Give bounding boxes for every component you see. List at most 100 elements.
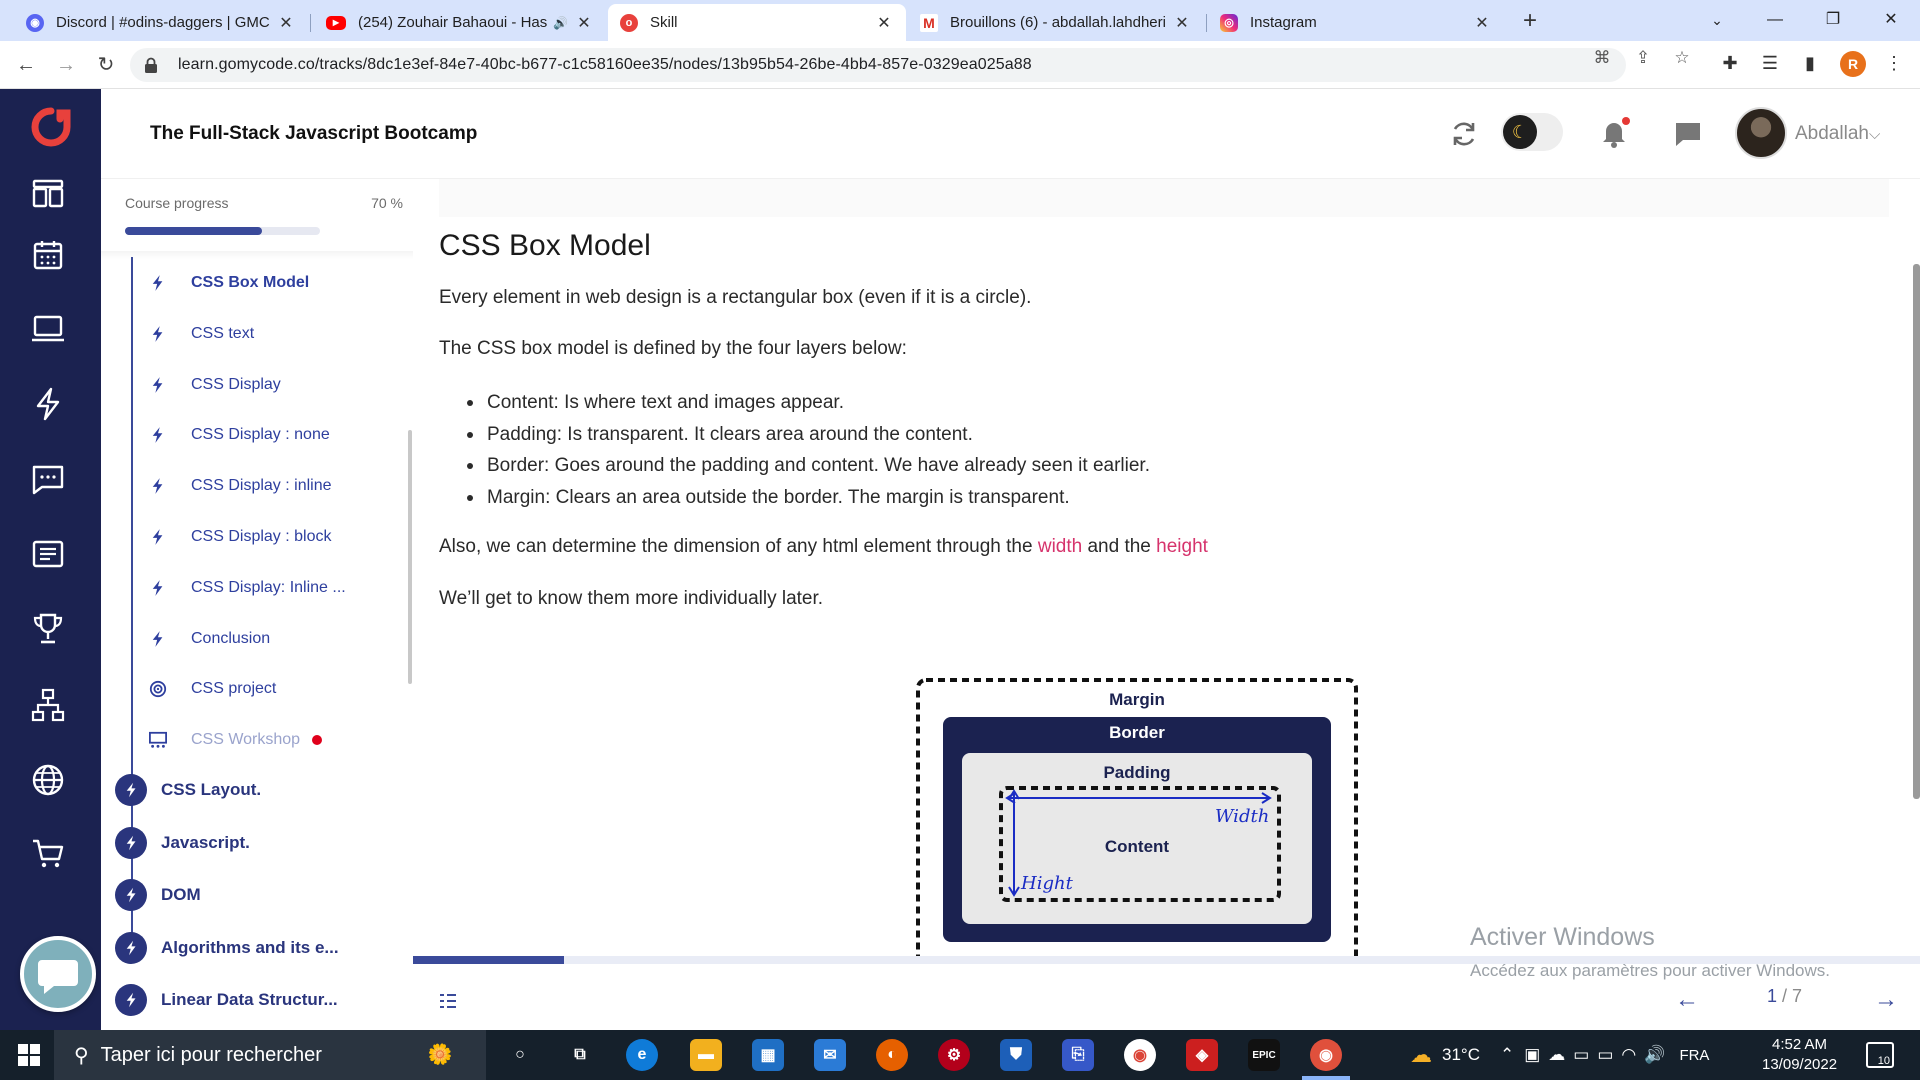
tab-discord[interactable]: ◉ Discord | #odins-daggers | GMC ✕ [14,4,308,41]
bookmark-star-icon[interactable]: ☆ [1670,46,1694,70]
security-shield-icon[interactable]: ⛊ [1000,1039,1032,1071]
media-queue-icon[interactable]: ☰ [1758,51,1782,75]
share-icon[interactable]: ⇪ [1631,46,1655,70]
translate-icon[interactable]: ⌘ [1590,46,1614,70]
user-avatar[interactable] [1735,107,1787,159]
tab-instagram[interactable]: ◎ Instagram ✕ [1208,4,1504,41]
chrome-icon[interactable]: ◉ [1124,1039,1156,1071]
chapter-label: Javascript. [161,832,250,852]
globe-icon[interactable] [30,762,66,798]
chapter-item[interactable]: Javascript. [115,826,405,860]
forward-button[interactable]: → [52,51,80,79]
document-icon[interactable] [30,536,66,572]
battery-icon[interactable]: ▭ [1597,1045,1613,1065]
restore-button[interactable]: ❐ [1810,6,1856,34]
remote-desktop-icon[interactable]: ⎘ [1062,1039,1094,1071]
chapter-item[interactable]: CSS Layout. [115,773,405,807]
chapter-item[interactable]: DOM [115,878,405,912]
tab-youtube[interactable]: ▶ (254) Zouhair Bahaoui - Hast 🔊 ✕ [314,4,606,41]
close-icon[interactable]: ✕ [876,13,892,33]
extensions-icon[interactable]: ✚ [1718,51,1742,75]
minimize-button[interactable]: — [1752,6,1798,34]
dark-mode-toggle[interactable]: ☾ [1501,113,1563,151]
tray-app-icon[interactable]: ▣ [1524,1045,1540,1065]
close-icon[interactable]: ✕ [278,13,294,33]
bolt-icon [147,374,169,396]
lesson-item[interactable]: CSS Display : block [143,522,403,552]
support-chat-button[interactable] [20,936,96,1012]
box-model-diagram: Margin Border Padding Content Width High… [916,678,1358,959]
calendar-icon[interactable] [30,237,66,273]
previous-slide-button[interactable]: ← [1673,986,1701,1014]
tab-skill[interactable]: o Skill ✕ [608,4,906,41]
cloud-icon[interactable]: ☁ [1548,1045,1565,1065]
cortana-icon[interactable]: ○ [504,1039,536,1071]
lesson-item[interactable]: CSS Display [143,370,403,400]
monitor-icon[interactable]: ▭ [1573,1045,1589,1065]
tab-search-chevron-icon[interactable]: ⌄ [1694,6,1740,34]
back-button[interactable]: ← [12,51,40,79]
tab-gmail[interactable]: M Brouillons (6) - abdallah.lahdheri ✕ [908,4,1204,41]
chapter-item[interactable]: Linear Data Structur... [115,983,405,1017]
mail-icon[interactable]: ✉ [814,1039,846,1071]
cart-icon[interactable] [30,835,66,871]
close-window-button[interactable]: ✕ [1868,6,1914,34]
lesson-item[interactable]: CSS text [143,319,403,349]
lesson-item[interactable]: CSS Display : none [143,420,403,450]
side-panel-icon[interactable]: ▮ [1798,51,1822,75]
lesson-item[interactable]: CSS Display: Inline ... [143,573,403,603]
anydesk-icon[interactable]: ◈ [1186,1039,1218,1071]
epic-games-icon[interactable]: EPIC [1248,1039,1280,1071]
chapter-item[interactable]: Algorithms and its e... [115,931,405,965]
language-indicator[interactable]: FRA [1679,1047,1709,1064]
speaker-icon[interactable]: 🔊 [553,16,568,30]
browser-menu-icon[interactable]: ⋮ [1882,51,1906,75]
wifi-icon[interactable]: ◠ [1621,1045,1636,1065]
gomycode-logo[interactable] [31,107,71,147]
content-scrollbar[interactable] [1913,264,1920,799]
close-icon[interactable]: ✕ [1474,13,1490,33]
edge-icon[interactable]: e [626,1039,658,1071]
lesson-item[interactable]: CSS project [143,674,403,704]
game-app-icon[interactable]: ⚙ [938,1039,970,1071]
temperature[interactable]: 31°C [1442,1045,1480,1065]
close-icon[interactable]: ✕ [1174,13,1190,33]
tray-chevron-icon[interactable]: ⌃ [1500,1045,1514,1065]
next-slide-button[interactable]: → [1872,986,1900,1014]
new-tab-button[interactable]: + [1516,8,1544,36]
laptop-icon[interactable] [30,311,66,347]
microsoft-store-icon[interactable]: ▦ [752,1039,784,1071]
weather-icon[interactable]: ☁ [1410,1042,1432,1068]
chat-icon[interactable] [30,461,66,497]
bolt-icon[interactable] [30,386,66,422]
lesson-item[interactable]: CSS Box Model [143,268,403,298]
windows-start-icon[interactable] [18,1044,40,1066]
chrome-profile-icon[interactable]: ◉ [1310,1039,1342,1071]
task-view-icon[interactable]: ⧉ [564,1039,596,1071]
lesson-item[interactable]: CSS Display : inline [143,471,403,501]
hierarchy-icon[interactable] [30,687,66,723]
close-icon[interactable]: ✕ [576,13,592,33]
dashboard-icon[interactable] [30,175,66,211]
address-bar[interactable]: learn.gomycode.co/tracks/8dc1e3ef-84e7-4… [130,48,1626,82]
notification-center-icon[interactable]: 10 [1866,1042,1894,1068]
system-clock[interactable]: 4:52 AM 13/09/2022 [1762,1035,1837,1075]
file-explorer-icon[interactable]: ▬ [690,1039,722,1071]
padding-label: Padding [1103,763,1170,782]
notification-bell-icon[interactable] [1598,117,1630,149]
lesson-item[interactable]: CSS Workshop [143,725,403,755]
messages-icon[interactable] [1673,119,1703,149]
user-menu[interactable]: Abdallah⌵ [1795,123,1880,145]
panel-scrollbar[interactable] [408,430,412,684]
sync-icon[interactable] [1449,119,1479,149]
lesson-list-icon[interactable] [437,990,459,1012]
lesson-item[interactable]: Conclusion [143,624,403,654]
list-item: Padding: Is transparent. It clears area … [467,419,1150,451]
firefox-icon[interactable]: ◐ [876,1039,908,1071]
volume-icon[interactable]: 🔊 [1644,1045,1665,1065]
browser-profile-avatar[interactable]: R [1840,51,1866,77]
reload-button[interactable]: ↻ [92,51,120,79]
trophy-icon[interactable] [30,611,66,647]
search-highlight-icon[interactable]: 🌼 [410,1038,470,1070]
lesson-title: CSS Box Model [439,229,651,262]
